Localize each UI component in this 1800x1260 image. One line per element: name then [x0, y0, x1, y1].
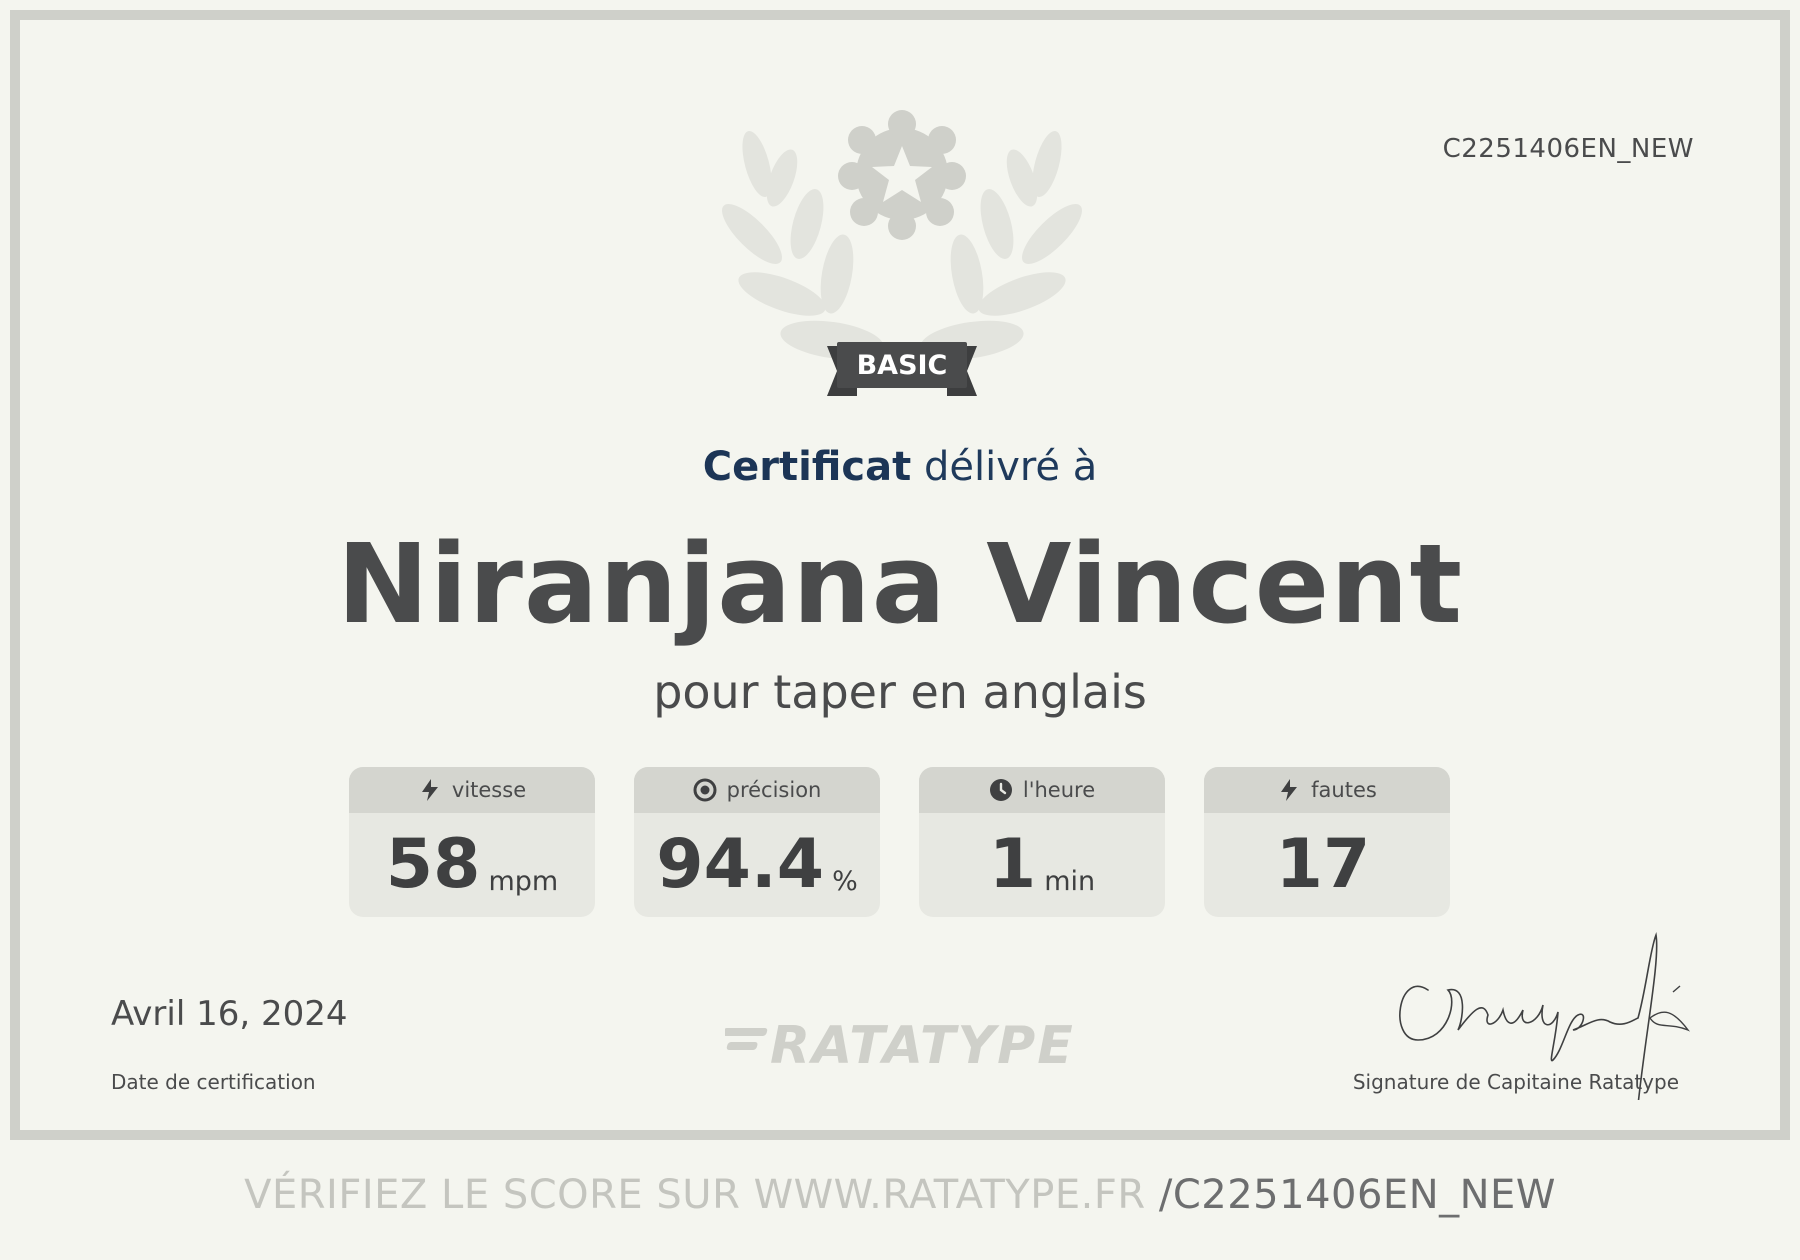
verify-prefix: VÉRIFIEZ LE SCORE SUR WWW.RATATYPE.FR [244, 1172, 1159, 1218]
ratatype-logo: RATATYPE [770, 1016, 1075, 1076]
target-icon [693, 778, 717, 802]
stat-head: fautes [1204, 767, 1450, 813]
signature-label: Signature de Capitaine Ratatype [1352, 1070, 1679, 1094]
certification-date-label: Date de certification [111, 1070, 316, 1094]
stat-unit: mpm [488, 866, 559, 897]
lightning-icon [421, 779, 438, 801]
stats-row: vitesse 58 mpm précision 94.4 % l'heure … [349, 767, 1451, 917]
stat-head: l'heure [919, 767, 1165, 813]
stat-time: l'heure 1 min [919, 767, 1165, 917]
stat-head: vitesse [349, 767, 595, 813]
stat-body: 58 mpm [349, 813, 595, 917]
certificate-headline: Certificat délivré à [0, 444, 1800, 490]
stat-label: vitesse [451, 778, 527, 802]
stat-label: l'heure [1022, 778, 1096, 802]
recipient-name: Niranjana Vincent [336, 520, 1464, 648]
stat-accuracy: précision 94.4 % [634, 767, 880, 917]
headline-bold: Certificat [702, 444, 912, 490]
stat-label: précision [726, 778, 822, 802]
stat-body: 17 [1204, 813, 1450, 917]
stat-value: 17 [1275, 825, 1371, 904]
certificate-subtitle: pour taper en anglais [653, 665, 1147, 719]
stat-head: précision [634, 767, 880, 813]
lightning-icon [1281, 779, 1298, 801]
stat-value: 1 [988, 825, 1037, 904]
stat-unit: % [832, 866, 858, 897]
stat-value: 58 [385, 825, 481, 904]
stat-value: 94.4 [656, 825, 825, 904]
clock-icon [989, 779, 1012, 801]
certificate-id: C2251406EN_NEW [1442, 134, 1694, 164]
stat-label: fautes [1311, 778, 1377, 802]
stat-errors: fautes 17 [1204, 767, 1450, 917]
stat-unit: min [1044, 866, 1096, 897]
level-badge: BASIC [856, 349, 948, 381]
stat-body: 94.4 % [634, 813, 880, 917]
verify-code[interactable]: /C2251406EN_NEW [1159, 1172, 1556, 1218]
headline-rest: délivré à [911, 444, 1098, 490]
certification-date: Avril 16, 2024 [111, 994, 348, 1034]
stat-body: 1 min [919, 813, 1165, 917]
stat-speed: vitesse 58 mpm [349, 767, 595, 917]
verify-score-line: VÉRIFIEZ LE SCORE SUR WWW.RATATYPE.FR /C… [0, 1172, 1800, 1218]
